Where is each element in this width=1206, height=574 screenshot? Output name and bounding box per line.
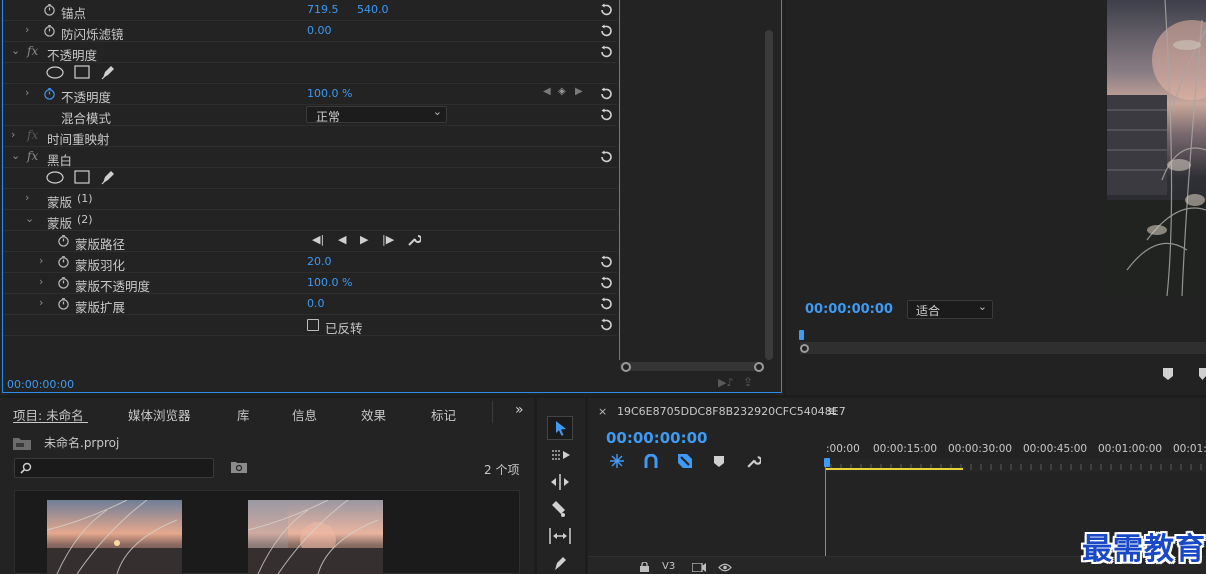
playhead-marker[interactable] [799,330,804,340]
pen-tool[interactable] [547,551,573,574]
close-icon[interactable]: × [598,405,607,418]
project-item-count: 2 个项 [484,463,520,477]
linked-selection-icon[interactable] [677,453,693,469]
insert-nest-icon[interactable] [609,454,625,468]
tab-separator [492,401,493,423]
ruler-tick-label: 00:01:1 [1173,443,1206,455]
tab-markers[interactable]: 标记 [431,405,456,424]
ripple-edit-icon [551,474,569,490]
mark-in-icon[interactable] [1199,368,1206,380]
eye-icon[interactable] [718,563,732,572]
snap-icon[interactable] [643,454,659,468]
program-monitor-frame[interactable] [1107,0,1206,296]
marker-icon[interactable] [1163,368,1173,380]
tab-media-browser[interactable]: 媒体浏览器 [128,405,191,424]
project-search-input[interactable] [14,458,214,478]
tab-info[interactable]: 信息 [292,405,317,424]
pen-icon [555,557,566,570]
new-bin-search-icon[interactable] [231,461,247,473]
sync-lock-icon[interactable] [692,563,706,572]
add-marker-icon[interactable] [714,456,724,467]
zoom-fit-label: 适合 [916,304,941,318]
slip-tool[interactable] [547,524,573,548]
monitor-scrub-bar[interactable] [800,342,1206,354]
razor-icon [552,501,565,517]
razor-tool[interactable] [547,497,573,521]
more-tabs-icon[interactable]: » [515,402,524,418]
panel-focus-frame [2,0,782,393]
ruler-tick-label: 00:00:30:00 [948,443,1013,455]
zoom-fit-select[interactable]: 适合 ⌄ [907,300,993,319]
track-select-tool[interactable] [547,443,573,467]
clip-thumbnail[interactable] [47,500,182,574]
tab-effects[interactable]: 效果 [361,405,386,424]
ruler-tick-label: 00:00:45:00 [1023,443,1088,455]
project-file-name: 未命名.prproj [44,436,120,450]
track-label[interactable]: V3 [662,561,675,572]
ruler-tick-label: 00:01:00:00 [1098,443,1163,455]
chevron-down-icon: ⌄ [977,300,987,313]
selection-tool[interactable] [547,416,573,440]
clip-thumbnail[interactable] [248,500,383,574]
arrow-cursor-icon [556,421,566,436]
timeline-timecode[interactable]: 00:00:00:00 [606,429,708,447]
active-tab-indicator [13,422,88,423]
watermark-logo: 最需教育 [1082,532,1206,567]
scrub-handle[interactable] [800,344,809,353]
project-folder-icon [13,438,31,450]
program-timecode[interactable]: 00:00:00:00 [805,302,893,317]
timeline-settings-wrench-icon[interactable] [746,454,761,469]
track-select-icon [552,450,570,460]
panel-menu-icon[interactable]: ≡ [827,404,837,418]
lock-icon[interactable] [640,562,649,572]
tab-library[interactable]: 库 [237,405,250,424]
slip-icon [549,528,571,544]
sequence-tab[interactable]: 19C6E8705DDC8F8B232920CFC54048E7 [617,405,846,418]
ruler-tick-label: :00:00 [826,443,860,455]
search-icon [20,462,32,474]
ruler-tick-label: 00:00:15:00 [873,443,938,455]
ripple-edit-tool[interactable] [547,470,573,494]
work-area-bar[interactable] [826,468,963,470]
